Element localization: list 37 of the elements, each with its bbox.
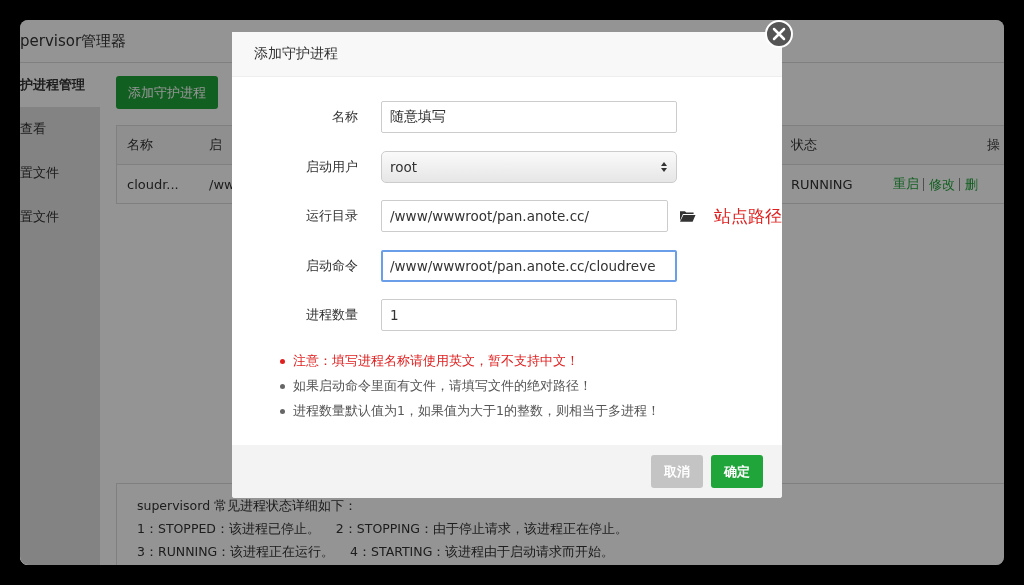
table-cell-text: cloudr...	[126, 176, 180, 192]
sidebar-item[interactable]: 查看	[20, 107, 100, 151]
user-select[interactable]: root	[381, 150, 677, 183]
directory-field[interactable]: /www/wwwroot/pan.anote.cc/	[381, 200, 669, 232]
confirm-button[interactable]: 确定	[711, 455, 763, 488]
text-field[interactable]: /www/wwwroot/pan.anote.cc/cloudreve	[381, 249, 677, 282]
folder-icon[interactable]	[680, 210, 696, 222]
field-label: 启动命令	[305, 256, 358, 275]
field-label: 名称	[331, 108, 358, 126]
dialog-title: 添加守护进程	[232, 32, 782, 77]
column-header: 操	[986, 136, 1001, 154]
info-text: 1：STOPPED：该进程已停止。 2：STOPPING：由于停止请求，该进程正在停止。	[137, 521, 629, 538]
column-header: 启	[208, 136, 223, 154]
field-label: 启动用户	[305, 157, 358, 176]
close-icon[interactable]	[765, 20, 793, 48]
sidebar-item[interactable]: 置文件	[20, 195, 100, 239]
app-title: pervisor管理器	[20, 31, 127, 51]
text-field[interactable]: 1	[381, 299, 677, 331]
field-label: 运行目录	[305, 207, 358, 225]
annotation-text: 站点路径	[714, 204, 782, 228]
field-label: 进程数量	[305, 306, 358, 324]
column-header: 状态	[790, 136, 818, 154]
note-text: 如果启动命令里面有文件，请填写文件的绝对路径！	[293, 377, 592, 395]
sidebar-item[interactable]: 护进程管理	[20, 63, 100, 107]
note-text: 进程数量默认值为1，如果值为大于1的整数，则相当于多进程！	[293, 402, 660, 420]
column-header: 名称	[126, 136, 154, 154]
info-text: supervisord 常见进程状态详细如下：	[137, 498, 359, 515]
note-text: 注意：填写进程名称请使用英文，暂不支持中文！	[293, 352, 579, 370]
add-process-button[interactable]: 添加守护进程	[116, 76, 218, 109]
action-link[interactable]: 删	[959, 177, 978, 191]
action-link[interactable]: 重启	[893, 175, 919, 193]
sidebar-item[interactable]: 置文件	[20, 151, 100, 195]
info-text: 3：RUNNING：该进程正在运行。 4：STARTING：该进程由于启动请求而开始。	[137, 544, 616, 561]
text-field[interactable]: 随意填写	[381, 101, 677, 133]
action-link[interactable]: 修改	[923, 177, 955, 191]
updown-arrows-icon	[660, 160, 668, 173]
table-cell-text: RUNNING	[790, 176, 854, 192]
